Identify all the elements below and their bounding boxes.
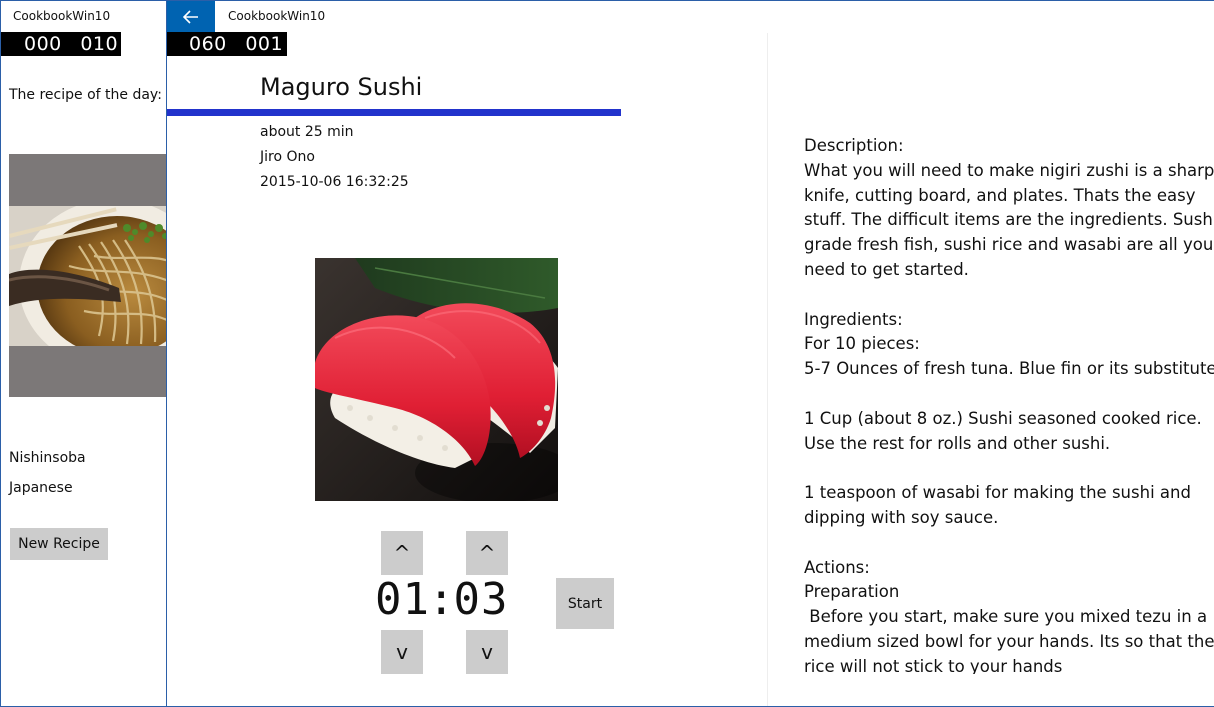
seconds-down-button[interactable]: v bbox=[466, 630, 508, 674]
recipe-of-day-image[interactable] bbox=[9, 154, 166, 397]
timer-display: 01:03 bbox=[375, 574, 508, 625]
counter-value-a: 060 bbox=[189, 33, 227, 55]
description-line: 1 Cup (about 8 oz.) Sushi seasoned cooke… bbox=[804, 408, 1202, 428]
timer-seconds: 03 bbox=[453, 574, 509, 625]
description-line: Before you start, make sure you mixed te… bbox=[804, 607, 1208, 627]
counter-value-b: 001 bbox=[245, 33, 284, 55]
minutes-down-button[interactable]: v bbox=[381, 630, 423, 674]
window-title: CookbookWin10 bbox=[228, 9, 326, 23]
recipe-image bbox=[315, 258, 558, 501]
counter-value-a: 000 bbox=[24, 33, 62, 55]
back-arrow-icon bbox=[183, 9, 198, 24]
main-window: CookbookWin10 000 010 The recipe of the … bbox=[0, 0, 167, 707]
description-line: For 10 pieces: bbox=[804, 334, 920, 354]
description-line: Preparation bbox=[804, 582, 900, 602]
counter-value-b: 010 bbox=[80, 33, 119, 55]
description-line: Description: bbox=[804, 136, 904, 155]
panel-divider bbox=[767, 33, 768, 706]
description-line: 5-7 Ounces of fresh tuna. Blue fin or it… bbox=[804, 359, 1214, 379]
description-blank-line bbox=[804, 456, 1214, 481]
minutes-up-button[interactable]: ^ bbox=[381, 531, 423, 575]
description-line: Ingredients: bbox=[804, 309, 903, 329]
description-line: dipping with soy sauce. bbox=[804, 507, 999, 527]
recipe-of-day-name: Nishinsoba bbox=[9, 450, 86, 466]
description-line: Use the rest for rolls and other sushi. bbox=[804, 433, 1111, 453]
new-recipe-button[interactable]: New Recipe bbox=[10, 528, 108, 560]
window-title: CookbookWin10 bbox=[13, 9, 111, 23]
description-line: rice will not stick to your hands bbox=[804, 656, 1063, 674]
back-button[interactable] bbox=[167, 1, 215, 32]
description-line: What you will need to make nigiri zushi … bbox=[804, 160, 1214, 180]
recipe-title: Maguro Sushi bbox=[260, 73, 423, 101]
timer-separator: : bbox=[427, 574, 456, 625]
seconds-up-button[interactable]: ^ bbox=[466, 531, 508, 575]
description-line: stuff. The difficult items are the ingre… bbox=[804, 210, 1214, 230]
description-line: Actions: bbox=[804, 557, 870, 577]
frame-counter: 000 010 bbox=[1, 32, 121, 56]
description-line: medium sized bowl for your hands. Its so… bbox=[804, 631, 1214, 651]
recipe-author: Jiro Ono bbox=[260, 149, 315, 165]
description-line: grade fresh fish, sushi rice and wasabi … bbox=[804, 235, 1214, 255]
description-line: 1 teaspoon of wasabi for making the sush… bbox=[804, 483, 1191, 503]
description-line: knife, cutting board, and plates. Thats … bbox=[804, 185, 1196, 205]
title-underline bbox=[167, 109, 621, 116]
description-blank-line bbox=[804, 283, 1214, 308]
recipe-duration: about 25 min bbox=[260, 124, 354, 140]
frame-counter: 060 001 bbox=[167, 32, 287, 56]
description-blank-line bbox=[804, 531, 1214, 556]
recipe-detail-window: CookbookWin10 060 001 Maguro Sushi about… bbox=[166, 0, 1214, 707]
soba-noodle-photo bbox=[9, 206, 166, 346]
recipe-date: 2015-10-06 16:32:25 bbox=[260, 174, 409, 190]
timer-minutes: 01 bbox=[375, 574, 430, 625]
description-line: need to get started. bbox=[804, 259, 969, 279]
start-timer-button[interactable]: Start bbox=[556, 578, 614, 629]
recipe-description[interactable]: Description: What you will need to make n… bbox=[804, 134, 1214, 674]
recipe-of-day-label: The recipe of the day: bbox=[9, 87, 162, 103]
tuna-sushi-photo bbox=[315, 258, 558, 501]
recipe-of-day-cuisine: Japanese bbox=[9, 480, 73, 496]
description-blank-line bbox=[804, 382, 1214, 407]
